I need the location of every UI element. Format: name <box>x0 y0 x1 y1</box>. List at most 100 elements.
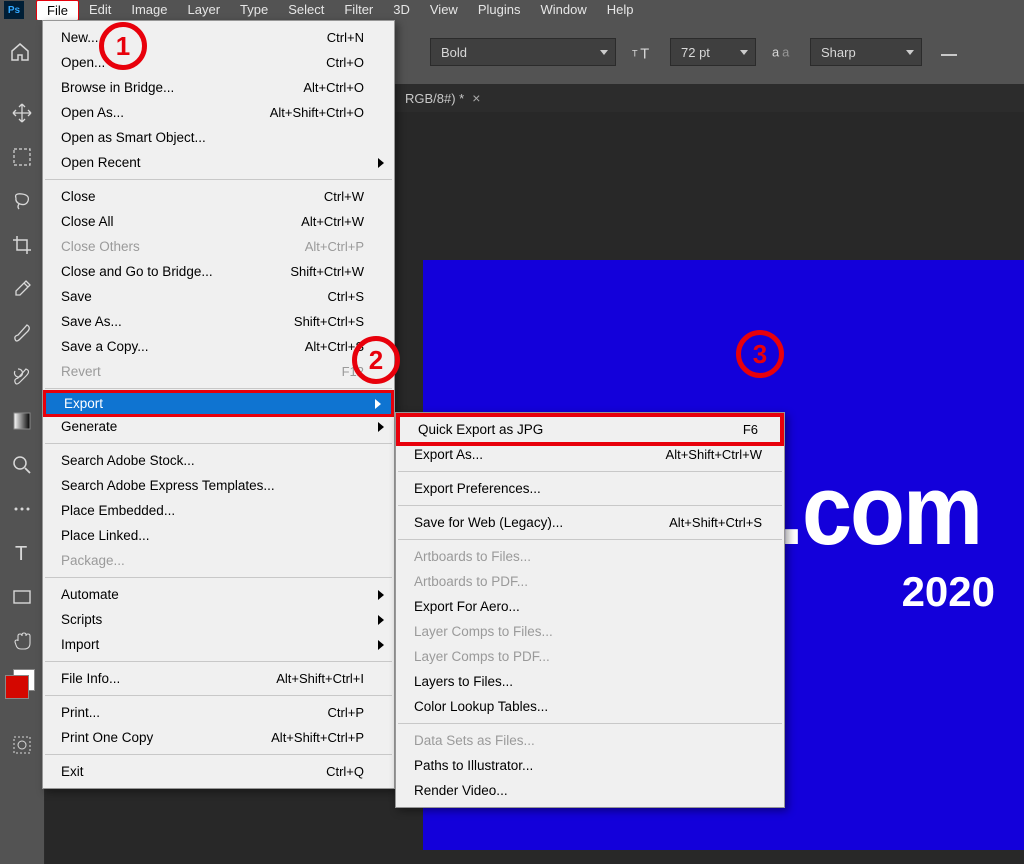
lasso-tool-icon[interactable] <box>8 187 36 215</box>
menu-item-save-as[interactable]: Save As...Shift+Ctrl+S <box>43 309 394 334</box>
menu-item-paths-to-illustrator[interactable]: Paths to Illustrator... <box>396 753 784 778</box>
menu-item-shortcut: Alt+Shift+Ctrl+P <box>271 730 364 745</box>
menubar-item-file[interactable]: File <box>36 0 79 21</box>
menu-item-shortcut: Ctrl+Q <box>326 764 364 779</box>
menu-separator <box>45 577 392 578</box>
menubar-item-view[interactable]: View <box>420 0 468 21</box>
menu-item-search-adobe-stock[interactable]: Search Adobe Stock... <box>43 448 394 473</box>
menu-item-close-others: Close OthersAlt+Ctrl+P <box>43 234 394 259</box>
menu-item-label: Open Recent <box>61 155 141 170</box>
submenu-arrow-icon <box>378 615 384 625</box>
menubar-item-help[interactable]: Help <box>597 0 644 21</box>
type-tool-icon[interactable]: T <box>8 539 36 567</box>
history-brush-tool-icon[interactable] <box>8 363 36 391</box>
move-tool-icon[interactable] <box>8 99 36 127</box>
menubar-item-type[interactable]: Type <box>230 0 278 21</box>
menu-item-shortcut: Ctrl+O <box>326 55 364 70</box>
menu-item-save-a-copy[interactable]: Save a Copy...Alt+Ctrl+S <box>43 334 394 359</box>
toolbar: T <box>0 84 45 864</box>
menu-item-open-as-smart-object[interactable]: Open as Smart Object... <box>43 125 394 150</box>
submenu-arrow-icon <box>378 590 384 600</box>
menu-item-label: Save a Copy... <box>61 339 149 354</box>
text-size-icon: TT <box>632 41 654 63</box>
menu-item-color-lookup-tables[interactable]: Color Lookup Tables... <box>396 694 784 719</box>
menu-item-print[interactable]: Print...Ctrl+P <box>43 700 394 725</box>
menu-item-export-for-aero[interactable]: Export For Aero... <box>396 594 784 619</box>
menu-item-file-info[interactable]: File Info...Alt+Shift+Ctrl+I <box>43 666 394 691</box>
svg-text:T: T <box>632 49 638 59</box>
menu-item-new[interactable]: New...Ctrl+N <box>43 25 394 50</box>
menu-item-label: Close <box>61 189 96 204</box>
menu-item-label: Layer Comps to PDF... <box>414 649 550 664</box>
menu-item-shortcut: Ctrl+P <box>328 705 364 720</box>
brush-tool-icon[interactable] <box>8 319 36 347</box>
antialias-icon: aa <box>772 41 794 63</box>
submenu-arrow-icon <box>375 399 381 409</box>
crop-tool-icon[interactable] <box>8 231 36 259</box>
font-size-dropdown[interactable]: 72 pt <box>670 38 756 66</box>
menu-item-print-one-copy[interactable]: Print One CopyAlt+Shift+Ctrl+P <box>43 725 394 750</box>
menu-item-open-recent[interactable]: Open Recent <box>43 150 394 175</box>
menu-item-place-embedded[interactable]: Place Embedded... <box>43 498 394 523</box>
menu-item-label: Color Lookup Tables... <box>414 699 548 714</box>
menubar-item-3d[interactable]: 3D <box>383 0 420 21</box>
menu-item-label: Render Video... <box>414 783 508 798</box>
menu-item-data-sets-as-files: Data Sets as Files... <box>396 728 784 753</box>
menu-item-label: Search Adobe Stock... <box>61 453 195 468</box>
menu-item-close-all[interactable]: Close AllAlt+Ctrl+W <box>43 209 394 234</box>
menu-item-export-preferences[interactable]: Export Preferences... <box>396 476 784 501</box>
menu-separator <box>45 179 392 180</box>
menu-item-generate[interactable]: Generate <box>43 414 394 439</box>
paragraph-align-icon[interactable] <box>938 41 960 63</box>
menu-item-scripts[interactable]: Scripts <box>43 607 394 632</box>
menu-item-label: Quick Export as JPG <box>418 422 543 437</box>
menubar-item-plugins[interactable]: Plugins <box>468 0 531 21</box>
menu-item-layers-to-files[interactable]: Layers to Files... <box>396 669 784 694</box>
menu-item-exit[interactable]: ExitCtrl+Q <box>43 759 394 784</box>
menu-item-open[interactable]: Open...Ctrl+O <box>43 50 394 75</box>
color-swatches[interactable] <box>5 675 39 715</box>
menu-item-render-video[interactable]: Render Video... <box>396 778 784 803</box>
menu-item-automate[interactable]: Automate <box>43 582 394 607</box>
menu-item-close[interactable]: CloseCtrl+W <box>43 184 394 209</box>
menu-item-save[interactable]: SaveCtrl+S <box>43 284 394 309</box>
menu-item-label: Package... <box>61 553 125 568</box>
zoom-tool-icon[interactable] <box>8 451 36 479</box>
menubar-item-edit[interactable]: Edit <box>79 0 121 21</box>
rectangle-tool-icon[interactable] <box>8 583 36 611</box>
quick-mask-icon[interactable] <box>8 731 36 759</box>
menu-item-browse-in-bridge[interactable]: Browse in Bridge...Alt+Ctrl+O <box>43 75 394 100</box>
home-icon[interactable] <box>8 41 32 63</box>
menubar-item-layer[interactable]: Layer <box>178 0 231 21</box>
menubar-item-image[interactable]: Image <box>121 0 177 21</box>
menu-item-export[interactable]: Export <box>43 390 394 417</box>
gradient-tool-icon[interactable] <box>8 407 36 435</box>
menu-item-label: Place Embedded... <box>61 503 175 518</box>
menu-item-place-linked[interactable]: Place Linked... <box>43 523 394 548</box>
annotation-marker-3: 3 <box>736 330 784 378</box>
menu-item-shortcut: Alt+Shift+Ctrl+S <box>669 515 762 530</box>
close-icon[interactable]: × <box>472 90 480 106</box>
ellipsis-icon[interactable] <box>8 495 36 523</box>
menu-item-shortcut: Alt+Ctrl+O <box>303 80 364 95</box>
menu-item-label: Open As... <box>61 105 124 120</box>
menubar-item-select[interactable]: Select <box>278 0 334 21</box>
menu-item-import[interactable]: Import <box>43 632 394 657</box>
menu-item-search-adobe-express-templates[interactable]: Search Adobe Express Templates... <box>43 473 394 498</box>
antialias-dropdown[interactable]: Sharp <box>810 38 922 66</box>
menu-item-label: Export For Aero... <box>414 599 520 614</box>
menu-separator <box>45 661 392 662</box>
menu-item-save-for-web-legacy[interactable]: Save for Web (Legacy)...Alt+Shift+Ctrl+S <box>396 510 784 535</box>
eyedropper-tool-icon[interactable] <box>8 275 36 303</box>
hand-tool-icon[interactable] <box>8 627 36 655</box>
menu-item-artboards-to-files: Artboards to Files... <box>396 544 784 569</box>
menu-item-open-as[interactable]: Open As...Alt+Shift+Ctrl+O <box>43 100 394 125</box>
marquee-tool-icon[interactable] <box>8 143 36 171</box>
menubar-item-filter[interactable]: Filter <box>334 0 383 21</box>
menu-item-export-as[interactable]: Export As...Alt+Shift+Ctrl+W <box>396 442 784 467</box>
font-style-dropdown[interactable]: Bold <box>430 38 616 66</box>
menu-item-layer-comps-to-pdf: Layer Comps to PDF... <box>396 644 784 669</box>
canvas-text-com: .com <box>779 455 981 568</box>
menu-item-close-and-go-to-bridge[interactable]: Close and Go to Bridge...Shift+Ctrl+W <box>43 259 394 284</box>
menubar-item-window[interactable]: Window <box>530 0 596 21</box>
